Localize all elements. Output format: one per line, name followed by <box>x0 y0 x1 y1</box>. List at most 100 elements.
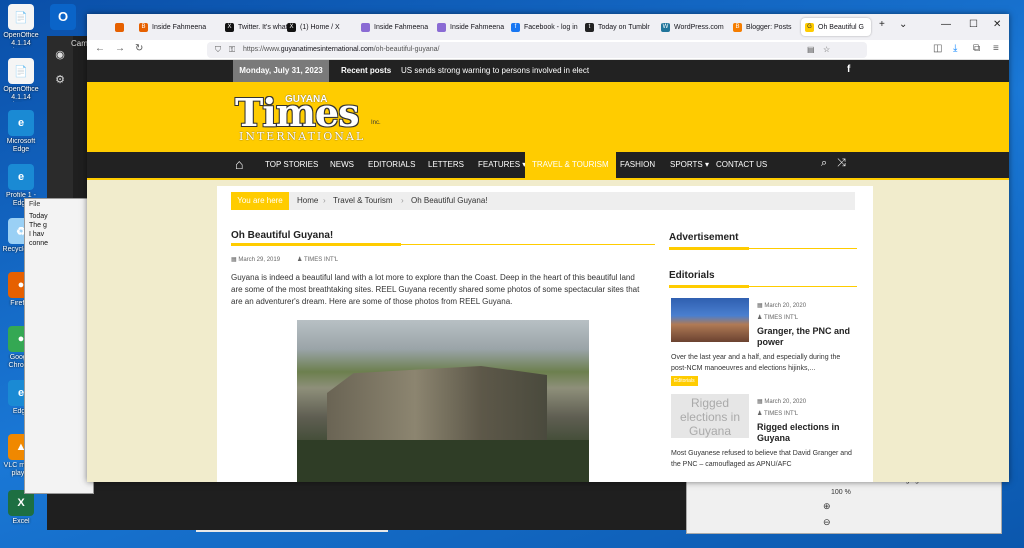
zoom-out-icon[interactable]: ⊖ <box>823 517 835 529</box>
editorial-author[interactable]: ♟ TIMES INT'L <box>757 314 798 321</box>
forward-icon[interactable]: → <box>115 43 125 54</box>
desktop-icon-edge[interactable]: e Microsoft Edge <box>2 110 40 166</box>
desktop-icon-excel[interactable]: X Excel <box>2 490 40 546</box>
heading-underline-accent <box>669 247 749 250</box>
nav-editorials[interactable]: EDITORIALS <box>361 152 422 178</box>
tab-inside-fahmeena-2[interactable]: Inside Fahmeena <box>357 18 433 36</box>
advertisement-heading: Advertisement <box>669 232 739 243</box>
editorial-excerpt: Over the last year and a half, and espec… <box>671 354 841 372</box>
tab-oh-beautiful-guyana[interactable]: G Oh Beautiful G ✕ <box>801 18 871 36</box>
desktop-icon-label: Excel <box>12 518 30 525</box>
camera-icon[interactable]: ◉ <box>47 48 73 61</box>
notepad-window[interactable]: File Today The g I hav conne <box>24 198 94 494</box>
close-tab-icon[interactable]: ✕ <box>870 23 871 32</box>
nav-news[interactable]: NEWS <box>323 152 361 178</box>
x-icon: X <box>225 22 234 32</box>
heading-underline-accent <box>669 285 749 288</box>
sidebar: Advertisement Editorials ▦ March 20, 202… <box>669 186 857 482</box>
article-author-text: TIMES INT'L <box>303 257 339 263</box>
tab-blogger-posts[interactable]: B Blogger: Posts <box>729 18 803 36</box>
outlook-icon[interactable]: O <box>50 4 76 30</box>
random-shuffle-icon[interactable]: ⤨ <box>837 157 846 170</box>
tab-facebook[interactable]: f Facebook - log in <box>507 18 587 36</box>
zoom-level: 100 % <box>831 489 851 496</box>
notepad-line: I hav <box>29 231 45 238</box>
editorial-thumbnail[interactable] <box>671 298 749 342</box>
edge-icon: e <box>8 164 34 190</box>
shield-icon[interactable]: ⛉ <box>215 42 221 58</box>
wordpress-icon: W <box>661 22 670 32</box>
notepad-line: Today <box>29 213 48 220</box>
blogger-icon: B <box>139 22 148 32</box>
editorial-author-text: TIMES INT'L <box>763 411 799 417</box>
pocket-icon[interactable]: ◫ <box>933 43 942 54</box>
guyana-times-icon: G <box>805 22 814 32</box>
title-underline-accent <box>231 243 401 246</box>
tab-inside-fahmeena-1[interactable]: B Inside Fahmeena <box>135 18 213 36</box>
desktop: 📄 OpenOffice 4.1.14 (en-... 📄 OpenOffice… <box>0 0 1024 548</box>
desktop-icon-openoffice-1[interactable]: 📄 OpenOffice 4.1.14 (en-... <box>2 4 40 60</box>
nav-letters[interactable]: LETTERS <box>421 152 471 178</box>
firefox-window[interactable]: B Inside Fahmeena X Twitter. It's what's… <box>87 14 1009 482</box>
bookmark-star-icon[interactable]: ☆ <box>823 42 830 58</box>
search-icon[interactable]: ⌕ <box>821 157 827 170</box>
breadcrumb-home[interactable]: Home <box>297 192 318 210</box>
new-tab-icon[interactable]: + <box>879 19 885 30</box>
firefox-icon <box>115 22 124 32</box>
editorial-author[interactable]: ♟ TIMES INT'L <box>757 410 798 417</box>
tab-inside-fahmeena-3[interactable]: Inside Fahmeena <box>433 18 509 36</box>
reader-view-icon[interactable]: ▤ <box>807 42 815 58</box>
camera-title: Cam <box>71 39 88 48</box>
editorial-excerpt: Most Guyanese refused to believe that Da… <box>671 450 852 468</box>
menu-icon[interactable]: ≡ <box>993 43 999 54</box>
news-ticker[interactable]: US sends strong warning to persons invol… <box>401 60 633 82</box>
reload-icon[interactable]: ↻ <box>135 43 143 54</box>
tab-label: Oh Beautiful G <box>818 23 864 31</box>
editorial-thumbnail[interactable]: Rigged elections in Guyana <box>671 394 749 438</box>
facebook-icon[interactable]: f <box>847 64 850 75</box>
nav-top-stories[interactable]: TOP STORIES <box>258 152 325 178</box>
back-icon[interactable]: ← <box>95 43 105 54</box>
nav-travel-tourism[interactable]: TRAVEL & TOURISM <box>525 152 616 178</box>
close-window-icon[interactable]: ✕ <box>993 19 1001 30</box>
editorial-category-tag[interactable]: Editorials <box>671 376 698 386</box>
nav-contact-us[interactable]: CONTACT US <box>709 152 774 178</box>
minimize-icon[interactable]: — <box>941 19 951 30</box>
article-date-text: March 29, 2019 <box>238 257 281 263</box>
editorial-date-text: March 20, 2020 <box>764 303 807 309</box>
breadcrumb-travel-tourism[interactable]: Travel & Tourism <box>333 192 393 210</box>
you-are-here-label: You are here <box>231 192 289 210</box>
article-author[interactable]: ♟ TIMES INT'L <box>297 256 338 263</box>
breadcrumb-separator: › <box>323 196 326 205</box>
tab-tumblr[interactable]: t Today on Tumblr <box>581 18 659 36</box>
zoom-in-icon[interactable]: ⊕ <box>823 501 835 513</box>
site-logo[interactable]: Times GUYANA INTERNATIONAL Inc. <box>235 90 395 146</box>
tab-wordpress[interactable]: W WordPress.com <box>657 18 735 36</box>
site-date: Monday, July 31, 2023 <box>233 60 329 82</box>
desktop-icon-label: OpenOffice 4.1.14 (en-... <box>3 86 39 101</box>
lock-icon[interactable]: ⚿ <box>229 42 235 58</box>
article-body: Guyana is indeed a beautiful land with a… <box>231 273 640 306</box>
url-domain: guyanatimesinternational.com <box>280 46 374 53</box>
editorial-title[interactable]: Rigged elections in Guyana <box>757 422 857 444</box>
firefox-view-button[interactable] <box>111 18 127 36</box>
breadcrumb-separator: › <box>401 196 404 205</box>
tab-x-home[interactable]: X (1) Home / X <box>283 18 355 36</box>
editorial-title[interactable]: Granger, the PNC and power <box>757 326 857 348</box>
image-icon <box>437 22 446 32</box>
content-area: You are here Home › Travel & Tourism › O… <box>217 186 873 482</box>
notepad-text: Today The g I hav conne <box>25 210 93 250</box>
nav-fashion[interactable]: FASHION <box>613 152 662 178</box>
editorial-date-text: March 20, 2020 <box>764 399 807 405</box>
notepad-menu-file[interactable]: File <box>25 199 93 210</box>
tab-list-chevron-icon[interactable]: ⌄ <box>899 19 907 30</box>
settings-icon[interactable]: ⚙ <box>47 73 73 86</box>
nav-features[interactable]: FEATURES ▾ <box>471 152 533 178</box>
extensions-icon[interactable]: ⧉ <box>973 43 980 54</box>
tab-label: Today on Tumblr <box>598 23 650 31</box>
url-bar[interactable]: ⛉ ⚿ https://www.guyanatimesinternational… <box>207 42 867 58</box>
desktop-icon-openoffice-2[interactable]: 📄 OpenOffice 4.1.14 (en-... <box>2 58 40 114</box>
home-icon[interactable]: ⌂ <box>235 156 243 172</box>
maximize-icon[interactable]: ☐ <box>969 19 978 30</box>
downloads-icon[interactable]: ⤓ <box>953 43 957 54</box>
